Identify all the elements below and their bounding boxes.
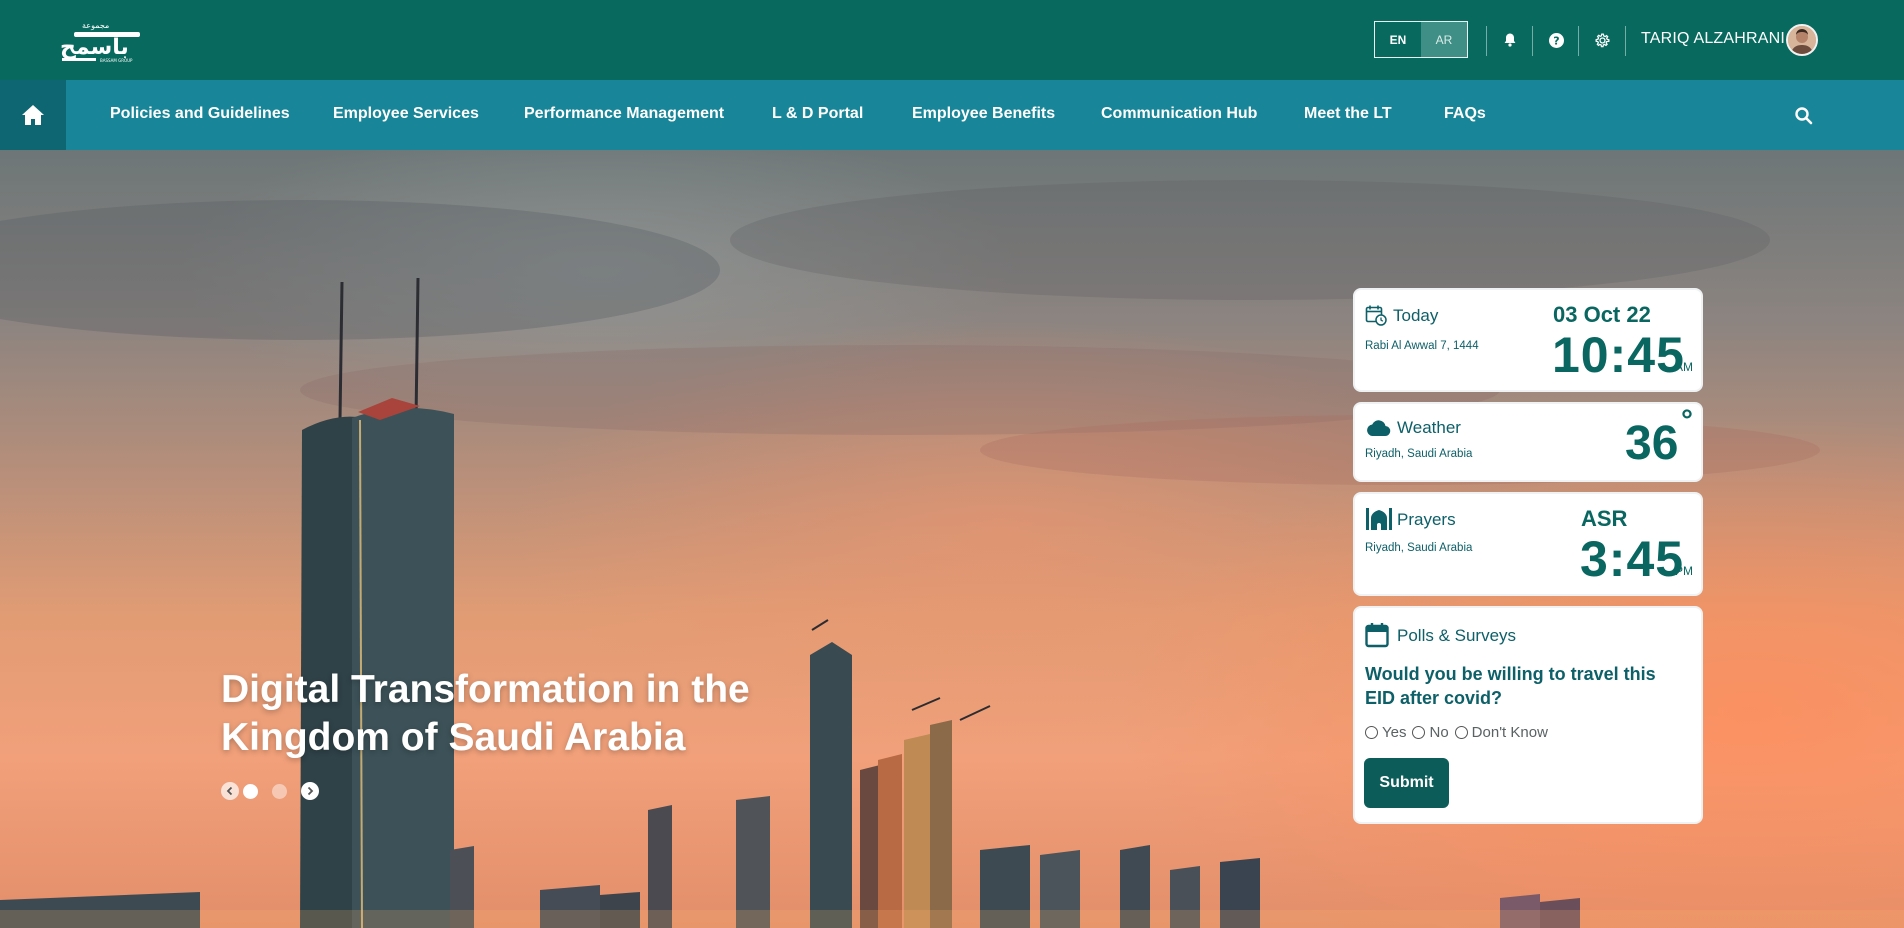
prayer-ampm: PM — [1675, 564, 1693, 578]
nav-faqs[interactable]: FAQs — [1444, 105, 1486, 123]
home-button[interactable] — [0, 80, 66, 150]
language-switch: EN AR — [1374, 21, 1468, 58]
svg-text:?: ? — [1553, 34, 1559, 47]
polls-widget: Polls & Surveys Would you be willing to … — [1353, 606, 1703, 824]
today-title: Today — [1393, 306, 1439, 325]
chevron-right-icon — [307, 786, 314, 796]
calendar-icon — [1365, 622, 1389, 653]
main-navigation: Policies and Guidelines Employee Service… — [0, 80, 1904, 150]
weather-location: Riyadh, Saudi Arabia — [1365, 448, 1473, 460]
divider — [1486, 26, 1487, 56]
poll-option-yes[interactable]: Yes — [1365, 724, 1406, 741]
chevron-left-icon — [226, 786, 233, 796]
nav-communication-hub[interactable]: Communication Hub — [1101, 105, 1257, 123]
avatar[interactable] — [1786, 24, 1818, 56]
divider — [1625, 26, 1626, 56]
divider — [1532, 26, 1533, 56]
top-bar: مجموعة باسمح BASSAM GROUP EN AR ? TARIQ … — [0, 0, 1904, 80]
hero-title: Digital Transformation in the Kingdom of… — [221, 668, 750, 759]
lang-ar-button[interactable]: AR — [1421, 22, 1467, 57]
today-widget: Today Rabi Al Awwal 7, 1444 03 Oct 22 10… — [1353, 288, 1703, 392]
weather-title: Weather — [1397, 418, 1461, 437]
prayer-time: 3:45 — [1580, 531, 1685, 587]
poll-options: Yes No Don't Know — [1365, 724, 1554, 741]
help-icon[interactable]: ? — [1546, 30, 1566, 50]
nav-performance-management[interactable]: Performance Management — [524, 105, 724, 123]
radio-yes[interactable] — [1365, 726, 1378, 739]
poll-submit-button[interactable]: Submit — [1364, 758, 1449, 808]
carousel-controls — [221, 782, 319, 800]
carousel-prev-button[interactable] — [221, 782, 239, 800]
polls-title: Polls & Surveys — [1397, 626, 1517, 645]
poll-option-dont-know[interactable]: Don't Know — [1454, 724, 1548, 741]
time-ampm: AM — [1675, 360, 1693, 374]
carousel-dot-2[interactable] — [272, 783, 287, 799]
carousel-next-button[interactable] — [301, 782, 319, 800]
radio-no[interactable] — [1412, 726, 1426, 739]
weather-widget: Weather Riyadh, Saudi Arabia 36 ° — [1353, 402, 1703, 482]
nav-ld-portal[interactable]: L & D Portal — [772, 105, 863, 123]
calendar-clock-icon — [1365, 304, 1387, 331]
degree-symbol: ° — [1681, 404, 1693, 437]
prayers-widget: Prayers Riyadh, Saudi Arabia ASR 3:45 PM — [1353, 492, 1703, 596]
user-name[interactable]: TARIQ ALZAHRANI — [1641, 30, 1785, 48]
hijri-date: Rabi Al Awwal 7, 1444 — [1365, 340, 1479, 352]
gear-icon[interactable] — [1592, 30, 1612, 50]
radio-dont-know[interactable] — [1454, 726, 1468, 739]
mosque-icon — [1365, 506, 1393, 535]
current-time: 10:45 — [1552, 327, 1685, 383]
prayers-location: Riyadh, Saudi Arabia — [1365, 542, 1473, 554]
bell-icon[interactable] — [1500, 30, 1520, 50]
nav-employee-services[interactable]: Employee Services — [333, 105, 479, 123]
nav-meet-the-lt[interactable]: Meet the LT — [1304, 105, 1392, 123]
poll-question: Would you be willing to travel this EID … — [1365, 664, 1656, 708]
divider — [1578, 26, 1579, 56]
home-icon — [22, 105, 44, 125]
prayer-name: ASR — [1581, 506, 1628, 531]
carousel-dot-1[interactable] — [243, 783, 258, 799]
poll-option-no[interactable]: No — [1412, 724, 1449, 741]
cloud-icon — [1365, 418, 1391, 443]
nav-employee-benefits[interactable]: Employee Benefits — [912, 105, 1055, 123]
svg-text:باسمح: باسمح — [60, 35, 129, 60]
nav-policies[interactable]: Policies and Guidelines — [110, 105, 290, 123]
lang-en-button[interactable]: EN — [1375, 22, 1421, 57]
company-logo[interactable]: مجموعة باسمح BASSAM GROUP — [58, 18, 148, 64]
temperature: 36 — [1625, 417, 1679, 470]
prayers-title: Prayers — [1397, 510, 1456, 529]
svg-text:BASSAM GROUP: BASSAM GROUP — [100, 58, 133, 63]
search-icon[interactable] — [1794, 106, 1814, 126]
svg-text:مجموعة: مجموعة — [82, 21, 109, 30]
gregorian-date: 03 Oct 22 — [1553, 302, 1651, 327]
